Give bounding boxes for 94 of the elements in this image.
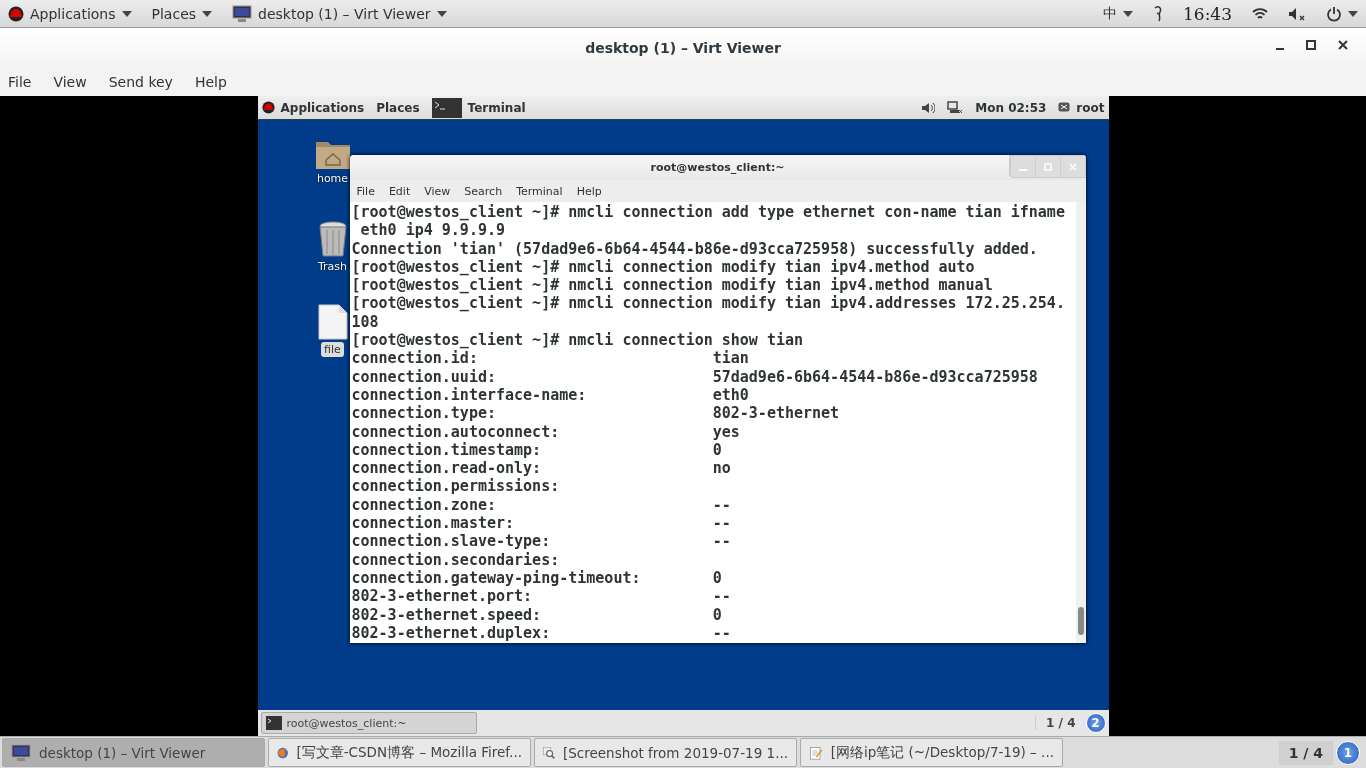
field-name: 802-3-ethernet.speed: <box>351 605 543 624</box>
field-name: connection.secondaries: <box>351 550 561 569</box>
field-name: connection.read-only: <box>351 459 543 478</box>
volume-muted-icon <box>1288 6 1306 21</box>
window-title: desktop (1) – Virt Viewer <box>585 40 781 56</box>
terminal-line: [root@westos_client ~]# nmcli connection show tian <box>351 331 804 350</box>
input-method-menu[interactable]: 中 <box>1103 4 1133 23</box>
user-status-icon <box>1058 101 1071 114</box>
caret-icon <box>202 10 213 17</box>
terminal-icon <box>265 716 282 730</box>
menu-item[interactable]: File <box>356 184 375 198</box>
task-button[interactable]: [写文章-CSDN博客 – Mozilla Firef... <box>268 738 531 767</box>
input-method-icon <box>1153 4 1163 23</box>
applications-menu[interactable]: Applications <box>261 100 365 115</box>
field-name: connection.id: <box>351 349 479 368</box>
field-name: connection.uuid: <box>351 367 497 386</box>
field-name: connection.gateway-ping-timeout: <box>351 568 642 588</box>
hat-icon <box>8 5 24 22</box>
menu-item[interactable]: Edit <box>388 184 411 198</box>
field-value: eth0 <box>712 385 749 405</box>
terminal-line: eth0 ip4 9.9.9.9 <box>359 221 505 240</box>
field-name: 802-3-ethernet.port: <box>351 587 534 606</box>
caret-icon <box>1123 10 1133 17</box>
wifi-icon <box>1252 6 1268 21</box>
menu-item[interactable]: Help <box>194 74 227 90</box>
power-menu[interactable] <box>1326 5 1358 22</box>
field-name: connection.slave-type: <box>351 532 552 551</box>
terminal-line: Connection 'tian' (57dad9e6-6b64-4544-b86e-d93cca725958) successfully added. <box>351 239 1038 258</box>
menu-item[interactable]: Search <box>464 184 503 198</box>
menu-item[interactable]: View <box>53 74 87 90</box>
field-value: 0 <box>712 440 722 460</box>
caret-icon <box>121 10 132 17</box>
workspace-indicator[interactable]: 1 / 4 <box>1278 740 1333 765</box>
hat-icon <box>261 101 275 114</box>
field-name: connection.timestamp: <box>351 440 543 460</box>
user-menu[interactable]: root <box>1058 100 1105 115</box>
app-menu[interactable]: Terminal <box>431 97 526 118</box>
field-value: yes <box>712 422 740 441</box>
field-value: 57dad9e6-6b64-4544-b86e-d93cca725958 <box>712 367 1038 386</box>
field-value: -- <box>712 514 731 533</box>
file-icon <box>317 304 348 340</box>
terminal-line: [root@westos_client ~]# nmcli connection modify tian ipv4.addresses 172.25.254. <box>351 294 1065 313</box>
workspace-indicator[interactable]: 1 / 4 <box>1035 716 1086 730</box>
task-button[interactable]: root@westos_client:~ <box>260 712 477 734</box>
field-value: -- <box>712 623 731 643</box>
field-name: connection.autoconnect: <box>351 422 561 441</box>
field-value: 802-3-ethernet <box>712 404 840 423</box>
terminal-line: [root@westos_client ~]# nmcli connection modify tian ipv4.method auto <box>351 257 975 277</box>
clock[interactable]: 16:43 <box>1183 3 1232 24</box>
field-name: connection.type: <box>351 404 497 423</box>
monitor-icon <box>11 743 31 762</box>
caret-icon <box>436 10 447 17</box>
field-name: connection.zone: <box>351 495 497 515</box>
field-value: tian <box>712 349 749 368</box>
field-name: connection.interface-name: <box>351 385 588 405</box>
terminal-line: [root@westos_client ~]# nmcli connection modify tian ipv4.method manual <box>351 276 993 295</box>
field-value: -- <box>712 495 731 515</box>
close-icon[interactable] <box>1338 40 1348 50</box>
field-name: connection.permissions: <box>351 477 561 496</box>
desktop-icon-label[interactable]: file <box>321 342 344 357</box>
field-name: 802-3-ethernet.duplex: <box>351 623 552 643</box>
terminal-icon <box>431 97 462 118</box>
task-button[interactable]: [Screenshot from 2019-07-19 1... <box>534 738 797 767</box>
terminal-title: root@westos_client:~ <box>650 161 785 174</box>
terminal-line: 108 <box>351 312 379 332</box>
task-button[interactable]: desktop (1) – Virt Viewer <box>2 738 265 767</box>
trash-icon <box>316 220 349 258</box>
scrollbar[interactable] <box>1075 202 1086 643</box>
terminal-line: [root@westos_client ~]# nmcli connection add type ethernet con-name tian ifname <box>351 203 1065 222</box>
desktop-icon-label[interactable]: Trash <box>317 260 348 273</box>
desktop-icon-label[interactable]: home <box>316 172 349 185</box>
clock[interactable]: Mon 02:53 <box>975 100 1047 115</box>
field-value: 0 <box>712 568 722 588</box>
app-menu[interactable]: desktop (1) – Virt Viewer <box>232 4 447 23</box>
applications-menu[interactable]: Applications <box>8 5 132 22</box>
menu-item[interactable]: File <box>8 74 32 90</box>
menu-item[interactable]: Terminal <box>516 184 563 198</box>
network-icon <box>947 100 964 115</box>
caret-icon <box>1348 10 1358 17</box>
menu-item[interactable]: Send key <box>108 74 173 90</box>
field-value: -- <box>712 532 731 551</box>
places-menu[interactable]: Places <box>151 5 213 22</box>
field-name: connection.master: <box>351 514 516 533</box>
volume-icon <box>921 101 936 114</box>
monitor-icon <box>232 4 253 23</box>
menu-item[interactable]: View <box>424 184 451 198</box>
maximize-icon[interactable] <box>1306 40 1316 50</box>
menu-item[interactable]: Help <box>576 184 602 198</box>
field-value: -- <box>712 587 731 606</box>
field-value: no <box>712 459 731 478</box>
field-value: 0 <box>712 605 722 624</box>
places-menu[interactable]: Places <box>376 100 420 115</box>
task-button[interactable]: [网络ip笔记 (~/Desktop/7-19) – ... <box>800 738 1063 767</box>
power-icon <box>1326 5 1342 22</box>
